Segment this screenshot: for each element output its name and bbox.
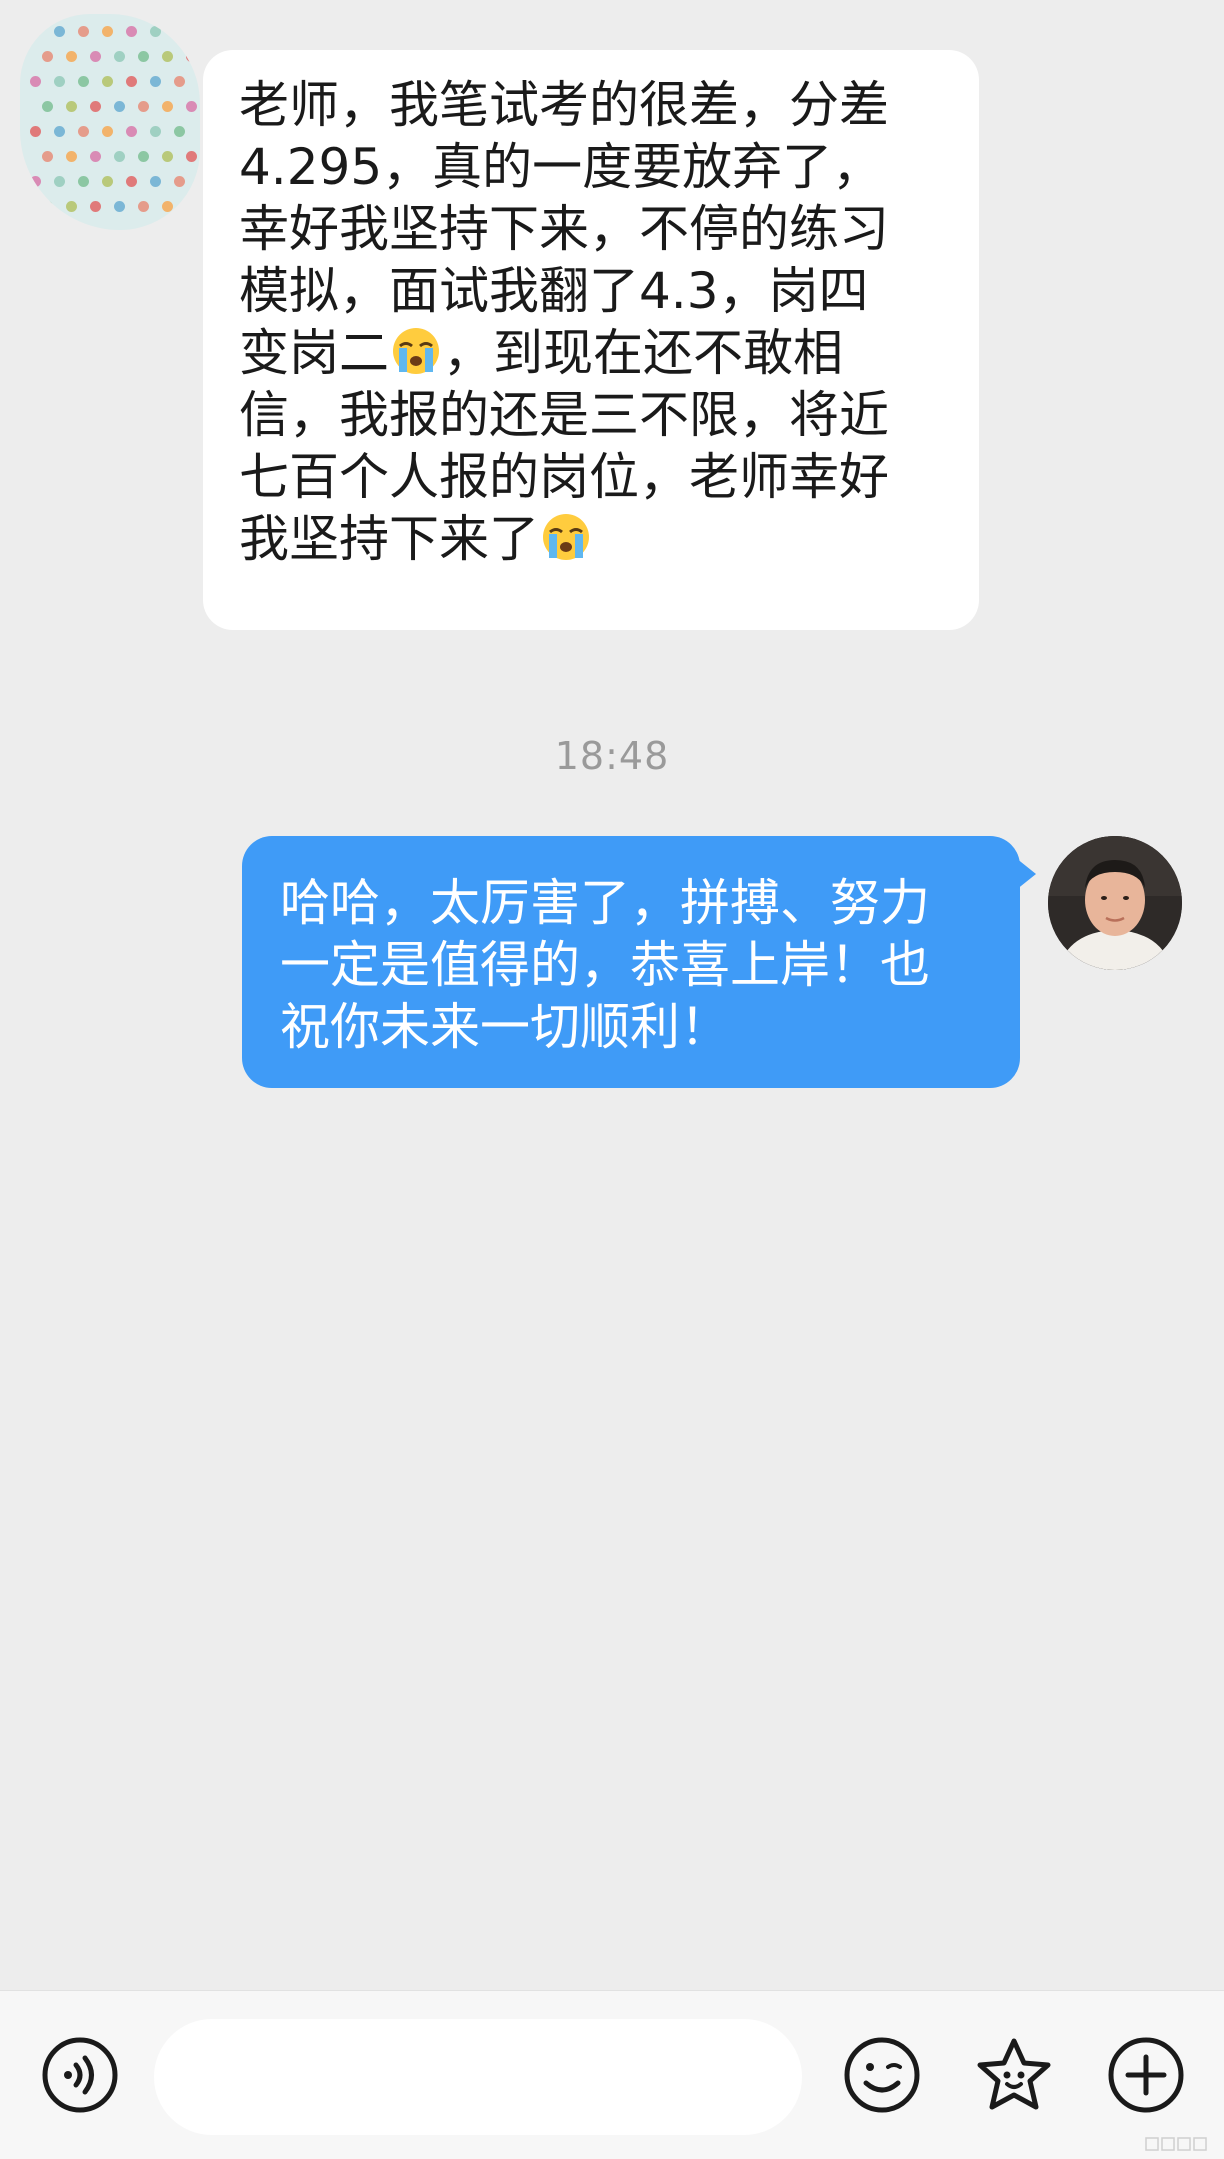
avatar-dot [90,151,101,162]
avatar-dot [102,26,113,37]
message-line: 一定是值得的，恭喜上岸！也 [280,936,930,994]
outgoing-message-bubble[interactable]: 哈哈，太厉害了，拼搏、努力 一定是值得的，恭喜上岸！也 祝你未来一切顺利！ [242,836,1036,1088]
avatar-dot [126,26,137,37]
avatar-dot [162,201,173,212]
avatar-dot [150,176,161,187]
avatar-dot [174,76,185,87]
avatar-dot [150,76,161,87]
message-timestamp: 18:48 [554,734,670,778]
avatar-dot [186,151,197,162]
loudly-crying-face-icon [543,514,589,560]
message-input-bar [0,1990,1224,2159]
avatar-dot [30,76,41,87]
avatar-dot [90,51,101,62]
avatar-dot [30,176,41,187]
watermark-icon [1145,2137,1207,2151]
avatar-dot [138,101,149,112]
avatar-dot [126,76,137,87]
voice-icon[interactable] [40,2035,120,2115]
avatar-dot [150,126,161,137]
message-line: 祝你未来一切顺利！ [280,998,730,1056]
avatar-dot [138,151,149,162]
message-line: 老师，我笔试考的很差，分差 [239,76,889,134]
message-text: 我坚持下来了 [239,510,539,568]
avatar-dot [174,126,185,137]
avatar-dot [186,101,197,112]
avatar-dot [90,201,101,212]
avatar-dot [114,51,125,62]
incoming-message-bubble[interactable]: 老师，我笔试考的很差，分差 4.295，真的一度要放弃了， 幸好我坚持下来，不停… [203,50,979,630]
message-line: 4.295，真的一度要放弃了， [239,138,883,196]
message-text: ，到现在还不敢相 [443,324,843,382]
chat-screen: 老师，我笔试考的很差，分差 4.295，真的一度要放弃了， 幸好我坚持下来，不停… [0,0,1224,2159]
emoji-icon[interactable] [842,2035,922,2115]
avatar-dot [186,51,197,62]
message-line: 变岗二 ，到现在还不敢相 [239,322,939,384]
avatar-dot [66,51,77,62]
avatar-dot [90,101,101,112]
avatar-dot [162,51,173,62]
message-line: 信，我报的还是三不限，将近 [239,386,889,444]
avatar-dot [66,151,77,162]
avatar-dot [114,201,125,212]
message-input[interactable] [154,2019,802,2135]
message-line: 幸好我坚持下来，不停的练习 [239,200,889,258]
avatar-dot [186,201,197,212]
message-line: 我坚持下来了 [239,508,939,570]
loudly-crying-face-icon [393,328,439,374]
avatar-dot [54,176,65,187]
avatar-dot [174,26,185,37]
plus-icon[interactable] [1106,2035,1186,2115]
message-line: 哈哈，太厉害了，拼搏、努力 [280,874,930,932]
avatar-dot [102,76,113,87]
avatar-dot [114,151,125,162]
avatar-dot [54,26,65,37]
avatar-dot [42,51,53,62]
message-line: 七百个人报的岗位，老师幸好 [239,448,889,506]
avatar-dot [126,176,137,187]
user-photo [1048,836,1182,970]
contact-avatar[interactable] [20,14,200,230]
avatar-dot [102,126,113,137]
message-text: 变岗二 [239,324,389,382]
avatar-dot [30,126,41,137]
avatar-dot [162,101,173,112]
avatar-dot [150,26,161,37]
avatar-dot [42,151,53,162]
avatar-dot [66,101,77,112]
avatar-dot [78,76,89,87]
avatar-dot [54,76,65,87]
avatar-dot [42,101,53,112]
avatar-dot [78,26,89,37]
message-line: 模拟，面试我翻了4.3，岗四 [239,262,869,320]
sticker-icon[interactable] [974,2035,1054,2115]
avatar-dot [78,126,89,137]
avatar-dot [174,176,185,187]
avatar-dot [54,126,65,137]
avatar-dot [102,176,113,187]
avatar-dot [66,201,77,212]
avatar-dot [162,151,173,162]
avatar-dot [138,51,149,62]
avatar-dot [114,101,125,112]
avatar-dot [42,201,53,212]
avatar-dot [138,201,149,212]
avatar-dot [78,176,89,187]
avatar-dot [126,126,137,137]
user-avatar[interactable] [1048,836,1182,970]
avatar-dot [30,26,41,37]
